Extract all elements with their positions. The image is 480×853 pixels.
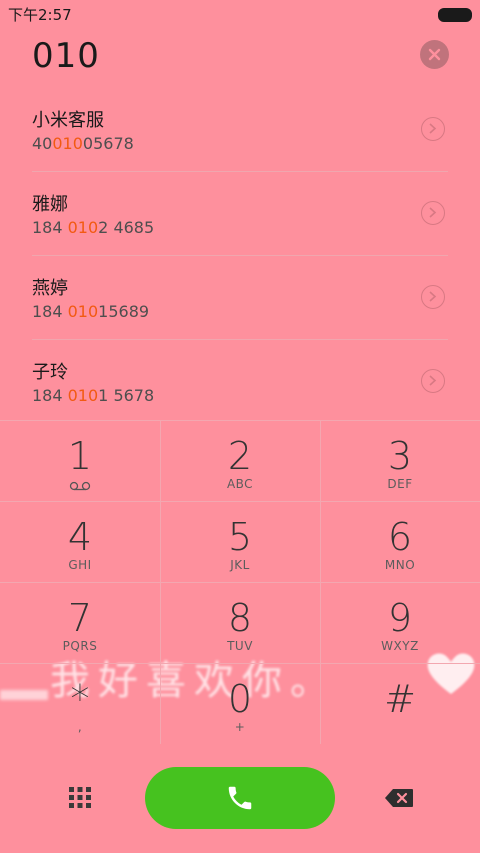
call-button[interactable] — [145, 767, 335, 829]
contact-name: 子玲 — [32, 362, 68, 383]
contact-name: 燕婷 — [32, 278, 68, 299]
key-4[interactable]: 4 GHI — [0, 501, 160, 582]
battery-icon — [438, 8, 472, 22]
clear-number-button[interactable] — [420, 40, 449, 69]
key-8[interactable]: 8 TUV — [160, 582, 320, 663]
contact-result-item[interactable]: 雅娜 184 0102 4685 — [0, 172, 480, 256]
key-5[interactable]: 5 JKL — [160, 501, 320, 582]
contact-detail-button[interactable] — [421, 117, 445, 141]
contact-detail-button[interactable] — [421, 369, 445, 393]
contact-number: 184 0101 5678 — [32, 386, 155, 405]
phone-handset-icon — [228, 786, 252, 810]
dial-keypad: 1 2 ABC 3 DEF 4 GHI 5 JKL 6 MNO 7 PQRS 8… — [0, 420, 480, 744]
key-6[interactable]: 6 MNO — [320, 501, 480, 582]
chevron-right-icon — [429, 123, 437, 134]
contact-result-item[interactable]: 燕婷 184 01015689 — [0, 256, 480, 340]
voicemail-icon — [69, 481, 91, 491]
contact-result-item[interactable]: 子玲 184 0101 5678 — [0, 340, 480, 424]
close-icon — [428, 48, 441, 61]
contact-name: 小米客服 — [32, 110, 104, 131]
dialed-number[interactable]: 010 — [32, 36, 100, 76]
chevron-right-icon — [429, 207, 437, 218]
contact-results-list: 小米客服 4001005678 雅娜 184 0102 4685 燕婷 184 … — [0, 88, 480, 424]
chevron-right-icon — [429, 375, 437, 386]
contact-number: 4001005678 — [32, 134, 134, 153]
key-2[interactable]: 2 ABC — [160, 420, 320, 501]
key-hash[interactable]: # — [320, 663, 480, 744]
contact-number: 184 01015689 — [32, 302, 150, 321]
backspace-icon[interactable] — [384, 788, 414, 808]
number-match-highlight: 010 — [67, 386, 99, 405]
key-3[interactable]: 3 DEF — [320, 420, 480, 501]
number-match-highlight: 010 — [52, 134, 83, 153]
chevron-right-icon — [429, 291, 437, 302]
number-match-highlight: 010 — [67, 302, 99, 321]
status-time: 下午2:57 — [8, 6, 72, 24]
contact-result-item[interactable]: 小米客服 4001005678 — [0, 88, 480, 172]
contact-detail-button[interactable] — [421, 285, 445, 309]
key-9[interactable]: 9 WXYZ — [320, 582, 480, 663]
number-match-highlight: 010 — [67, 218, 99, 237]
contact-name: 雅娜 — [32, 194, 68, 215]
dialer-action-bar — [0, 744, 480, 853]
status-bar: 下午2:57 — [0, 0, 480, 26]
key-7[interactable]: 7 PQRS — [0, 582, 160, 663]
key-0[interactable]: 0 + — [160, 663, 320, 744]
key-star[interactable]: * , — [0, 663, 160, 744]
contact-number: 184 0102 4685 — [32, 218, 155, 237]
contact-detail-button[interactable] — [421, 201, 445, 225]
key-1[interactable]: 1 — [0, 420, 160, 501]
dialpad-grid-icon[interactable] — [68, 786, 92, 810]
